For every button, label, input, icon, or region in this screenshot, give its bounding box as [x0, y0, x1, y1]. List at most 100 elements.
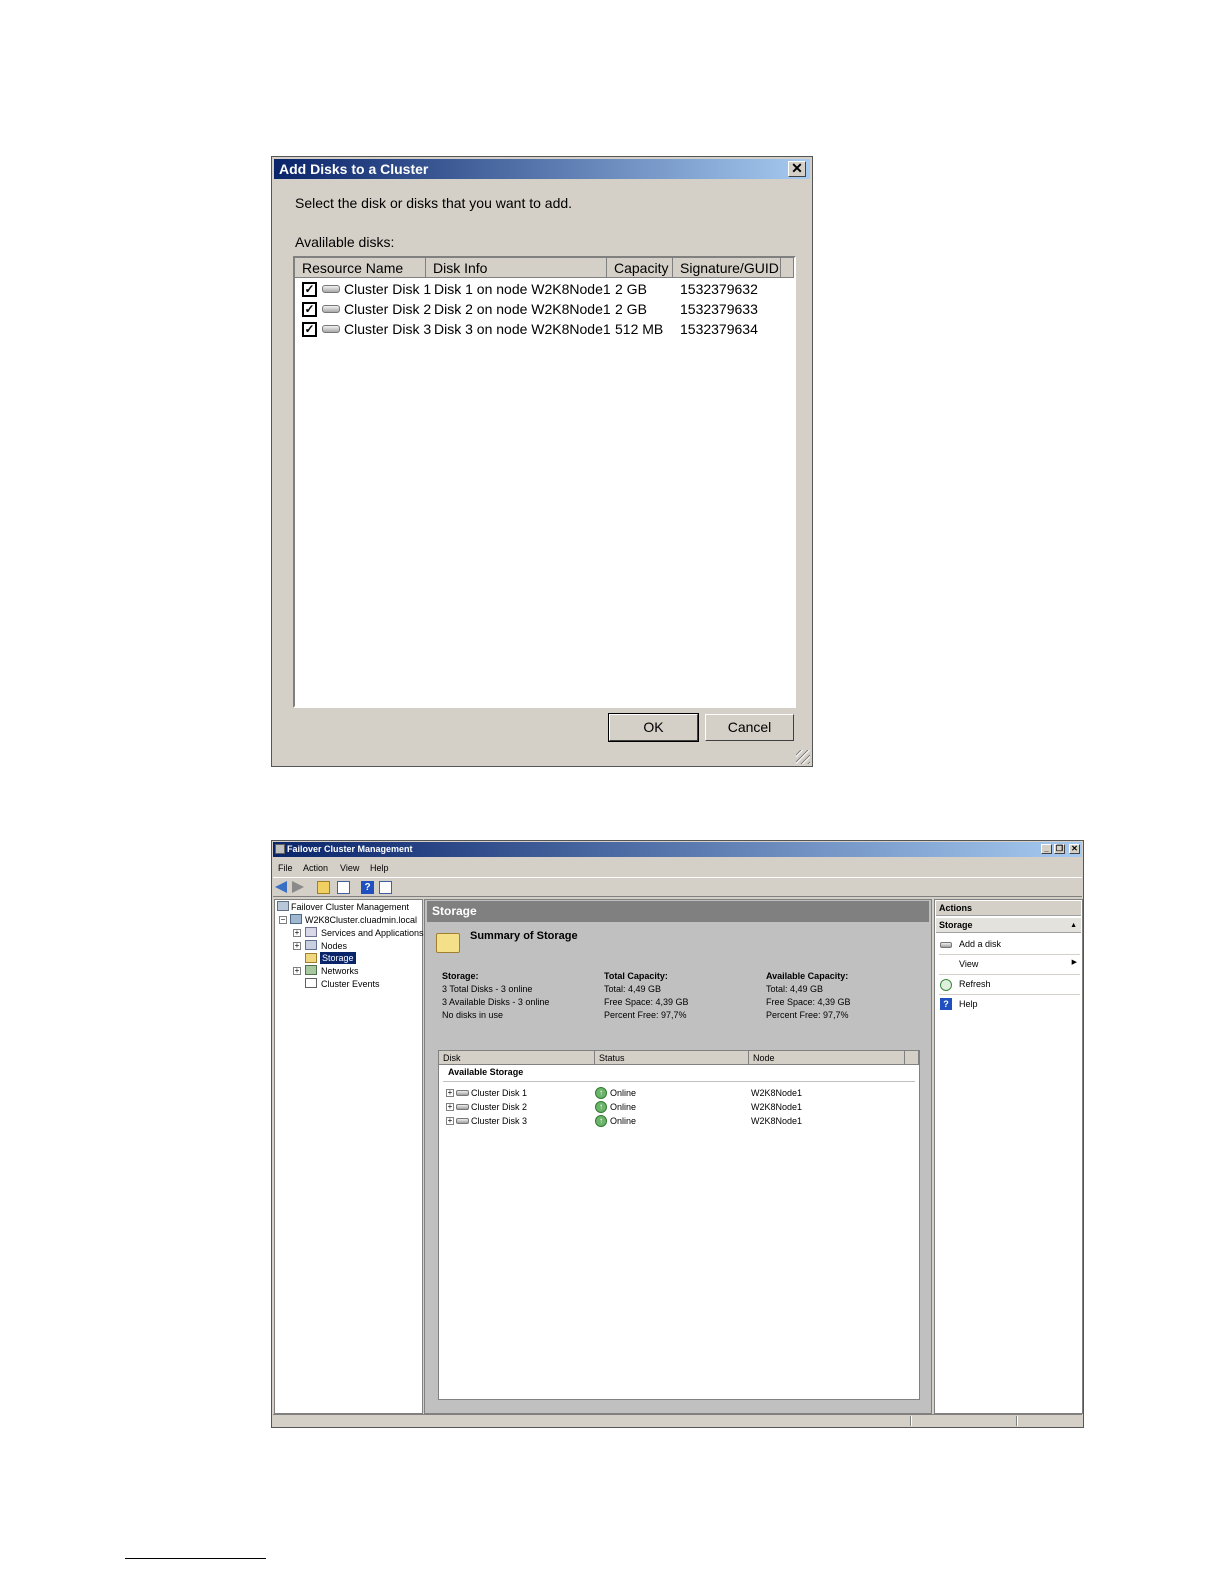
menu-bar: File Action View Help — [273, 860, 1082, 876]
tree-cluster[interactable]: W2K8Cluster.cluadmin.local — [305, 914, 417, 926]
footnote-rule — [125, 1558, 266, 1559]
add-disks-dialog: Add Disks to a Cluster ✕ Select the disk… — [271, 156, 813, 767]
close-icon[interactable]: ✕ — [1069, 844, 1080, 854]
cluster-management-icon — [277, 901, 289, 911]
tree-item-cluster-events[interactable]: Cluster Events — [321, 978, 380, 990]
nodes-icon — [305, 940, 317, 950]
expand-icon[interactable]: + — [446, 1103, 454, 1111]
app-icon — [275, 844, 285, 854]
show-hide-console-tree-icon[interactable] — [337, 881, 350, 894]
status-bar — [273, 1414, 1082, 1426]
failover-cluster-window: Failover Cluster Management _ ❐ ✕ File A… — [271, 840, 1084, 1428]
close-icon[interactable]: ✕ — [788, 161, 806, 177]
disk-row[interactable]: ✓ Cluster Disk 2 Disk 2 on node W2K8Node… — [295, 299, 794, 319]
expand-icon[interactable]: + — [446, 1117, 454, 1125]
hard-disk-icon — [322, 325, 340, 333]
window-title-bar[interactable]: Failover Cluster Management _ ❐ ✕ — [273, 842, 1082, 857]
tree-item-networks[interactable]: Networks — [321, 965, 359, 977]
disk-name: Cluster Disk 3 — [471, 1116, 528, 1126]
back-arrow-icon[interactable] — [275, 881, 288, 894]
dialog-title-bar[interactable]: Add Disks to a Cluster ✕ — [274, 159, 810, 179]
disk-node: W2K8Node1 — [751, 1116, 803, 1126]
actions-section-storage[interactable]: Storage ▲ — [936, 918, 1081, 933]
hard-disk-icon — [456, 1090, 469, 1096]
disk-capacity: 512 MB — [615, 321, 664, 337]
disk-resource-name: Cluster Disk 3 — [344, 321, 432, 337]
disk-checkbox[interactable]: ✓ — [302, 322, 317, 337]
stat-line: Percent Free: 97,7% — [604, 1010, 687, 1020]
submenu-arrow-icon[interactable]: ▶ — [1072, 958, 1077, 966]
action-help[interactable]: Help — [959, 997, 978, 1011]
disk-capacity: 2 GB — [615, 301, 647, 317]
disk-info: Disk 1 on node W2K8Node1 — [434, 281, 611, 297]
tree-item-storage[interactable]: Storage — [320, 952, 356, 964]
stat-line: Total: 4,49 GB — [766, 984, 824, 994]
storage-pane: Storage Summary of Storage Storage: 3 To… — [424, 899, 932, 1414]
resize-grip-icon[interactable] — [796, 750, 810, 764]
console-tree: Failover Cluster Management − W2K8Cluste… — [274, 899, 424, 1414]
disk-status: Online — [610, 1088, 637, 1098]
column-header-disk-info[interactable]: Disk Info — [426, 258, 607, 278]
cancel-button[interactable]: Cancel — [705, 714, 794, 741]
table-row[interactable]: + Cluster Disk 1 ↑ Online W2K8Node1 — [439, 1086, 919, 1100]
stat-line: Free Space: 4,39 GB — [766, 997, 851, 1007]
disk-resource-name: Cluster Disk 2 — [344, 301, 432, 317]
column-header-capacity[interactable]: Capacity — [607, 258, 673, 278]
networks-icon — [305, 965, 317, 975]
menu-help[interactable]: Help — [370, 860, 389, 876]
column-header-node[interactable]: Node — [749, 1051, 905, 1065]
expand-icon[interactable]: + — [293, 942, 301, 950]
disk-checkbox[interactable]: ✓ — [302, 282, 317, 297]
stat-line: Free Space: 4,39 GB — [604, 997, 689, 1007]
restore-icon[interactable]: ❐ — [1054, 844, 1065, 854]
minimize-icon[interactable]: _ — [1041, 844, 1052, 854]
tree-item-nodes[interactable]: Nodes — [321, 940, 347, 952]
disk-status: Online — [610, 1102, 637, 1112]
column-header-status[interactable]: Status — [595, 1051, 749, 1065]
menu-view[interactable]: View — [340, 860, 359, 876]
dialog-instruction: Select the disk or disks that you want t… — [295, 195, 573, 211]
action-refresh[interactable]: Refresh — [959, 977, 991, 991]
dialog-title: Add Disks to a Cluster — [279, 161, 429, 177]
disk-row[interactable]: ✓ Cluster Disk 1 Disk 1 on node W2K8Node… — [295, 279, 794, 299]
ok-button[interactable]: OK — [608, 713, 699, 742]
hard-disk-icon — [456, 1118, 469, 1124]
show-hide-action-pane-icon[interactable] — [379, 881, 392, 894]
expand-icon[interactable]: + — [293, 967, 301, 975]
expand-icon[interactable]: + — [293, 929, 301, 937]
table-row[interactable]: + Cluster Disk 2 ↑ Online W2K8Node1 — [439, 1100, 919, 1114]
services-icon — [305, 927, 317, 937]
action-view[interactable]: View — [959, 957, 978, 971]
table-row[interactable]: + Cluster Disk 3 ↑ Online W2K8Node1 — [439, 1114, 919, 1128]
up-folder-icon[interactable] — [317, 881, 330, 894]
stat-heading: Total Capacity: — [604, 971, 668, 981]
column-header-resource-name[interactable]: Resource Name — [295, 258, 426, 278]
available-disks-list[interactable]: Resource Name Disk Info Capacity Signatu… — [293, 256, 796, 708]
collapse-icon[interactable]: − — [279, 916, 287, 924]
menu-file[interactable]: File — [278, 860, 293, 876]
storage-disk-table[interactable]: Disk Status Node Available Storage + Clu… — [438, 1050, 920, 1400]
tree-root[interactable]: Failover Cluster Management — [291, 901, 409, 913]
tree-item-services[interactable]: Services and Applications — [321, 927, 424, 939]
expand-icon[interactable]: + — [446, 1089, 454, 1097]
status-divider — [910, 1416, 912, 1426]
forward-arrow-icon[interactable] — [292, 881, 305, 894]
disk-checkbox[interactable]: ✓ — [302, 302, 317, 317]
group-divider — [443, 1081, 915, 1082]
action-divider — [939, 994, 1080, 995]
stat-heading: Available Capacity: — [766, 971, 849, 981]
column-header-signature[interactable]: Signature/GUID — [673, 258, 781, 278]
collapse-arrow-icon[interactable]: ▲ — [1070, 918, 1077, 933]
disk-info: Disk 2 on node W2K8Node1 — [434, 301, 611, 317]
column-header-filler — [905, 1051, 919, 1065]
group-available-storage[interactable]: Available Storage — [448, 1067, 523, 1077]
online-status-icon: ↑ — [595, 1087, 607, 1099]
disk-row[interactable]: ✓ Cluster Disk 3 Disk 3 on node W2K8Node… — [295, 319, 794, 339]
help-icon[interactable]: ? — [361, 881, 374, 894]
help-icon: ? — [940, 998, 952, 1010]
action-add-a-disk[interactable]: Add a disk — [959, 937, 1001, 951]
disk-signature: 1532379633 — [680, 301, 758, 317]
column-header-disk[interactable]: Disk — [439, 1051, 595, 1065]
toolbar: ? — [273, 877, 1082, 897]
menu-action[interactable]: Action — [303, 860, 328, 876]
